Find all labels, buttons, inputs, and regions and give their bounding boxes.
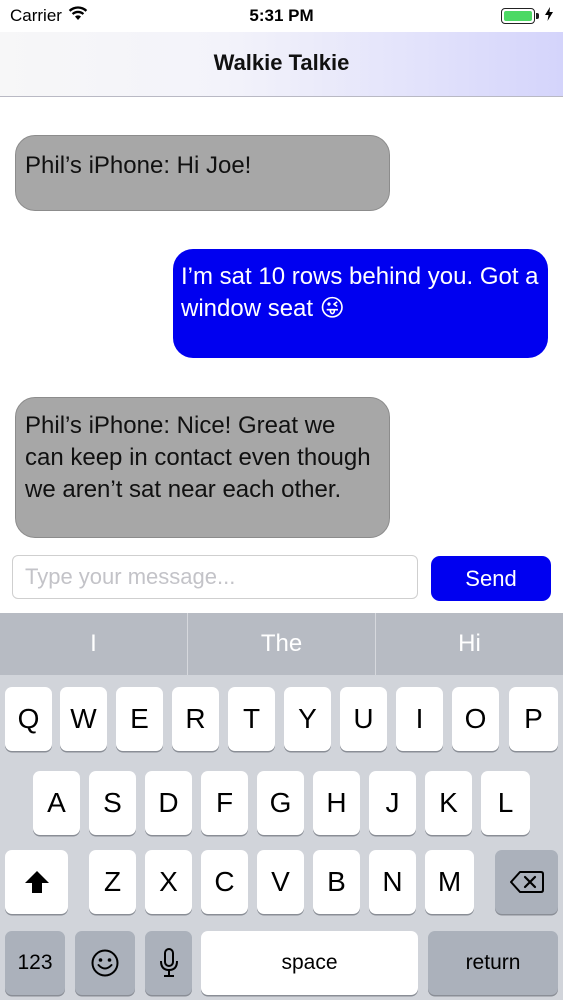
composer-row: Send <box>0 552 563 608</box>
key-e[interactable]: E <box>116 687 163 751</box>
dictation-key[interactable] <box>145 931 192 995</box>
page-title: Walkie Talkie <box>213 50 350 75</box>
key-g[interactable]: G <box>257 771 304 835</box>
message-bubble-outgoing: I’m sat 10 rows behind you. Got a window… <box>173 249 548 358</box>
send-button[interactable]: Send <box>431 556 551 601</box>
key-o[interactable]: O <box>452 687 499 751</box>
key-l[interactable]: L <box>481 771 530 835</box>
microphone-icon <box>159 948 179 978</box>
charging-bolt-icon <box>545 6 553 26</box>
key-f[interactable]: F <box>201 771 248 835</box>
key-r[interactable]: R <box>172 687 219 751</box>
key-p[interactable]: P <box>509 687 558 751</box>
predictive-bar: I The Hi <box>0 613 563 675</box>
key-j[interactable]: J <box>369 771 416 835</box>
key-t[interactable]: T <box>228 687 275 751</box>
shift-key[interactable] <box>5 850 68 914</box>
key-m[interactable]: M <box>425 850 474 914</box>
message-bubble-incoming: Phil’s iPhone: Nice! Great we can keep i… <box>15 397 390 538</box>
key-q[interactable]: Q <box>5 687 52 751</box>
backspace-key[interactable] <box>495 850 558 914</box>
return-key[interactable]: return <box>428 931 558 995</box>
key-a[interactable]: A <box>33 771 80 835</box>
status-bar: Carrier 5:31 PM <box>0 0 563 32</box>
key-w[interactable]: W <box>60 687 107 751</box>
key-n[interactable]: N <box>369 850 416 914</box>
shift-icon <box>24 870 50 894</box>
suggestion-item[interactable]: I <box>0 613 188 675</box>
emoji-key[interactable] <box>75 931 135 995</box>
status-time: 5:31 PM <box>249 6 314 25</box>
key-y[interactable]: Y <box>284 687 331 751</box>
key-i[interactable]: I <box>396 687 443 751</box>
suggestion-item[interactable]: The <box>188 613 376 675</box>
message-text: I’m sat 10 rows behind you. Got a window… <box>181 263 539 322</box>
key-x[interactable]: X <box>145 850 192 914</box>
battery-icon <box>501 8 539 24</box>
emoji-icon <box>91 949 119 977</box>
numbers-key[interactable]: 123 <box>5 931 65 995</box>
message-text: Phil’s iPhone: Hi Joe! <box>25 152 252 179</box>
space-key[interactable]: space <box>201 931 418 995</box>
key-v[interactable]: V <box>257 850 304 914</box>
message-bubble-incoming: Phil’s iPhone: Hi Joe! <box>15 135 390 211</box>
backspace-icon <box>509 870 544 894</box>
suggestion-item[interactable]: Hi <box>376 613 563 675</box>
key-h[interactable]: H <box>313 771 360 835</box>
key-k[interactable]: K <box>425 771 472 835</box>
key-c[interactable]: C <box>201 850 248 914</box>
message-text: Phil’s iPhone: Nice! Great we can keep i… <box>25 412 371 503</box>
key-z[interactable]: Z <box>89 850 136 914</box>
navigation-bar: Walkie Talkie <box>0 32 563 97</box>
status-right <box>501 6 553 26</box>
message-input[interactable] <box>12 555 418 599</box>
key-d[interactable]: D <box>145 771 192 835</box>
key-s[interactable]: S <box>89 771 136 835</box>
keyboard: I The Hi Q W E R T Y U I O P A S D F G H… <box>0 613 563 1000</box>
key-u[interactable]: U <box>340 687 387 751</box>
key-b[interactable]: B <box>313 850 360 914</box>
